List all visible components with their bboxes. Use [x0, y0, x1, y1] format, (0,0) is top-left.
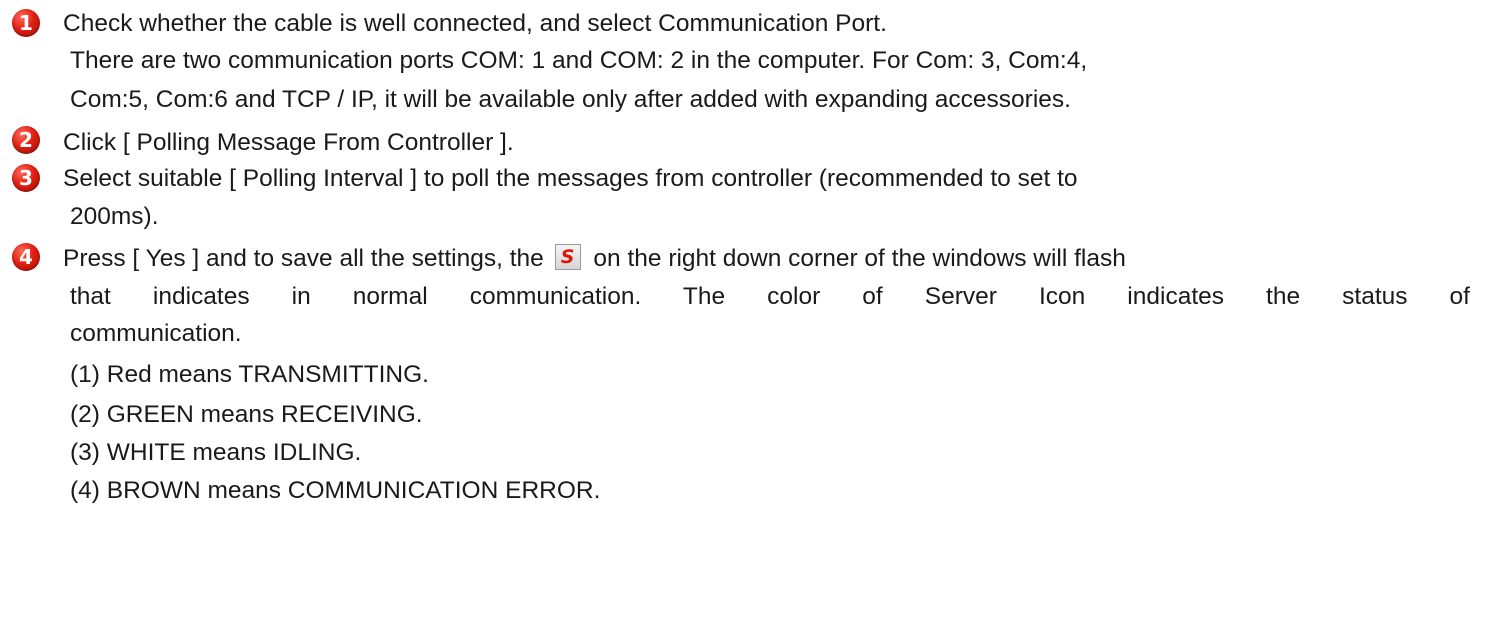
step-number-badge: 2	[12, 126, 40, 154]
step-detail: communication.	[70, 320, 242, 347]
step-title-part: on the right down corner of the windows …	[593, 245, 1126, 272]
step-title: Press [ Yes ] and to save all the settin…	[63, 244, 1126, 274]
status-item: (3) WHITE means IDLING.	[70, 439, 362, 466]
step-number-badge: 4	[12, 243, 40, 271]
step-detail: There are two communication ports COM: 1…	[70, 47, 1088, 74]
step-title-part: Press [ Yes ] and to save all the settin…	[63, 245, 544, 272]
status-item: (2) GREEN means RECEIVING.	[70, 401, 423, 428]
step-number-badge: 1	[12, 9, 40, 37]
step-title: Select suitable [ Polling Interval ] to …	[63, 165, 1078, 192]
step-detail: 200ms).	[70, 203, 159, 230]
step-detail: that indicates in normal communication. …	[70, 283, 1470, 310]
step-title: Click [ Polling Message From Controller …	[63, 129, 514, 156]
status-item: (1) Red means TRANSMITTING.	[70, 361, 429, 388]
server-icon: S	[554, 244, 581, 270]
server-icon-letter: S	[560, 246, 575, 268]
step-detail: Com:5, Com:6 and TCP / IP, it will be av…	[70, 86, 1071, 113]
step-number-badge: 3	[12, 164, 40, 192]
status-item: (4) BROWN means COMMUNICATION ERROR.	[70, 477, 601, 504]
step-title: Check whether the cable is well connecte…	[63, 10, 887, 37]
